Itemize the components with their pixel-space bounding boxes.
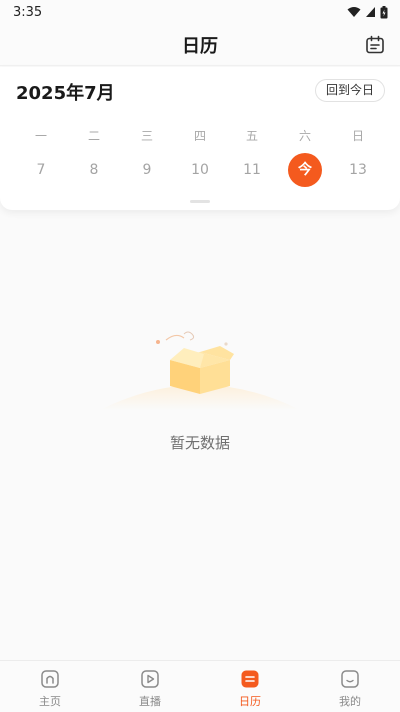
- play-icon: [141, 670, 159, 688]
- date-row: 7 8 9 10 11 今 13: [0, 153, 400, 187]
- date-cell[interactable]: 13: [341, 153, 375, 187]
- date-cell[interactable]: 11: [235, 153, 269, 187]
- date-cell[interactable]: 7: [24, 153, 58, 187]
- empty-box-icon: [100, 331, 300, 410]
- tab-profile[interactable]: 我的: [300, 661, 400, 712]
- battery-icon: [380, 5, 388, 18]
- weekday-label: 日: [351, 129, 364, 143]
- month-title: 2025年7月: [16, 83, 115, 104]
- page-title: 日历: [182, 35, 218, 57]
- calendar-picker-button[interactable]: [364, 34, 386, 56]
- tab-calendar[interactable]: 日历: [200, 661, 300, 712]
- tab-label: 直播: [139, 695, 161, 708]
- date-cell[interactable]: 8: [77, 153, 111, 187]
- weekday-label: 一: [34, 129, 47, 143]
- tab-label: 我的: [339, 695, 361, 708]
- weekday-label: 二: [87, 129, 100, 143]
- calendar-tab-icon: [241, 670, 259, 688]
- weekday-label: 六: [298, 129, 311, 143]
- home-icon: [41, 670, 59, 688]
- week-calendar: 2025年7月 回到今日 一 二 三 四 五 六 日 7 8 9 10 11 今…: [0, 67, 400, 210]
- status-time: 3:35: [13, 4, 43, 20]
- calendar-icon: [366, 35, 384, 54]
- app-header: 日历: [0, 24, 400, 66]
- status-bar: 3:35: [0, 0, 400, 24]
- bottom-tab-bar: 主页 直播 日历 我的: [0, 660, 400, 712]
- tab-label: 日历: [239, 695, 261, 708]
- status-icons: [347, 5, 388, 19]
- tab-home[interactable]: 主页: [0, 661, 100, 712]
- empty-state-text: 暂无数据: [169, 434, 230, 452]
- profile-icon: [341, 670, 359, 688]
- signal-icon: [366, 7, 375, 17]
- date-cell-today[interactable]: 今: [288, 153, 322, 187]
- weekday-row: 一 二 三 四 五 六 日: [0, 127, 400, 143]
- wifi-icon: [347, 7, 361, 17]
- weekday-label: 四: [193, 129, 206, 143]
- weekday-label: 三: [140, 129, 153, 143]
- weekday-label: 五: [245, 129, 258, 143]
- expand-handle[interactable]: [190, 200, 210, 203]
- back-to-today-button[interactable]: 回到今日: [314, 79, 385, 102]
- date-cell[interactable]: 10: [183, 153, 217, 187]
- tab-live[interactable]: 直播: [100, 661, 200, 712]
- tab-label: 主页: [39, 695, 61, 708]
- date-cell[interactable]: 9: [130, 153, 164, 187]
